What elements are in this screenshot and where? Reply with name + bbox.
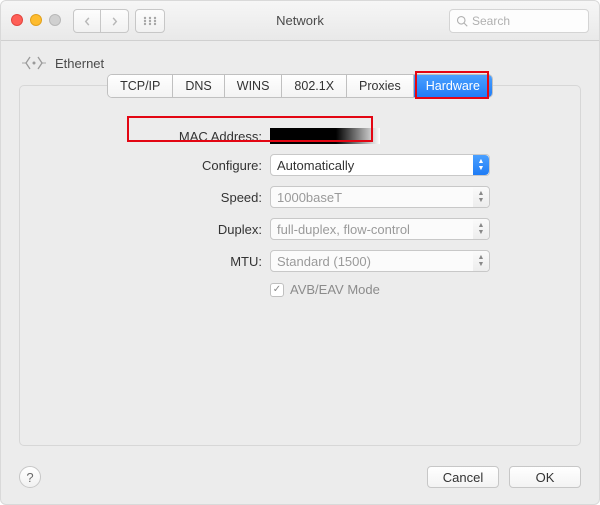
row-speed: Speed: 1000baseT ▲▼ — [38, 186, 562, 208]
tab-tcpip[interactable]: TCP/IP — [108, 75, 173, 97]
configure-value: Automatically — [277, 158, 354, 173]
forward-button[interactable] — [101, 9, 129, 33]
breadcrumb-label: Ethernet — [55, 56, 104, 71]
tabs: TCP/IP DNS WINS 802.1X Proxies Hardware — [20, 74, 580, 98]
row-mtu: MTU: Standard (1500) ▲▼ — [38, 250, 562, 272]
mtu-value: Standard (1500) — [277, 254, 371, 269]
settings-panel: TCP/IP DNS WINS 802.1X Proxies Hardware … — [19, 85, 581, 446]
tab-hardware[interactable]: Hardware — [414, 75, 492, 97]
avb-label: AVB/EAV Mode — [290, 282, 380, 297]
traffic-lights — [11, 14, 61, 26]
row-avb: ✓ AVB/EAV Mode — [38, 282, 562, 297]
search-input[interactable]: Search — [449, 9, 589, 33]
mtu-label: MTU: — [38, 254, 270, 269]
duplex-select[interactable]: full-duplex, flow-control ▲▼ — [270, 218, 490, 240]
duplex-label: Duplex: — [38, 222, 270, 237]
tab-wins[interactable]: WINS — [225, 75, 283, 97]
mac-redacted — [270, 128, 380, 144]
row-mac: MAC Address: — [38, 128, 562, 144]
back-button[interactable] — [73, 9, 101, 33]
configure-select[interactable]: Automatically ▲▼ — [270, 154, 490, 176]
speed-label: Speed: — [38, 190, 270, 205]
chevron-updown-icon: ▲▼ — [473, 251, 489, 271]
avb-checkbox[interactable]: ✓ — [270, 283, 284, 297]
speed-value: 1000baseT — [277, 190, 342, 205]
ethernet-icon — [19, 51, 49, 75]
zoom-button[interactable] — [49, 14, 61, 26]
footer: ? Cancel OK — [1, 458, 599, 504]
ok-label: OK — [536, 470, 555, 485]
chevron-updown-icon: ▲▼ — [473, 219, 489, 239]
chevron-updown-icon: ▲▼ — [473, 155, 489, 175]
minimize-button[interactable] — [30, 14, 42, 26]
hardware-form: MAC Address: Configure: Automatically ▲▼… — [20, 128, 580, 297]
configure-label: Configure: — [38, 158, 270, 173]
tabs-inner: TCP/IP DNS WINS 802.1X Proxies Hardware — [107, 74, 493, 98]
row-configure: Configure: Automatically ▲▼ — [38, 154, 562, 176]
show-all-button[interactable] — [135, 9, 165, 33]
tab-proxies[interactable]: Proxies — [347, 75, 414, 97]
tab-dns[interactable]: DNS — [173, 75, 224, 97]
cancel-label: Cancel — [443, 470, 483, 485]
tab-8021x[interactable]: 802.1X — [282, 75, 347, 97]
nav-buttons — [73, 9, 129, 33]
close-button[interactable] — [11, 14, 23, 26]
help-button[interactable]: ? — [19, 466, 41, 488]
help-label: ? — [26, 470, 33, 485]
cancel-button[interactable]: Cancel — [427, 466, 499, 488]
titlebar: Network Search — [1, 1, 599, 41]
speed-select[interactable]: 1000baseT ▲▼ — [270, 186, 490, 208]
mac-label: MAC Address: — [38, 129, 270, 144]
chevron-updown-icon: ▲▼ — [473, 187, 489, 207]
network-prefs-window: Network Search Ethernet TCP/IP DNS WINS … — [0, 0, 600, 505]
mtu-select[interactable]: Standard (1500) ▲▼ — [270, 250, 490, 272]
row-duplex: Duplex: full-duplex, flow-control ▲▼ — [38, 218, 562, 240]
search-placeholder: Search — [472, 14, 510, 28]
ok-button[interactable]: OK — [509, 466, 581, 488]
mac-value — [270, 128, 562, 144]
search-icon — [456, 15, 468, 27]
duplex-value: full-duplex, flow-control — [277, 222, 410, 237]
